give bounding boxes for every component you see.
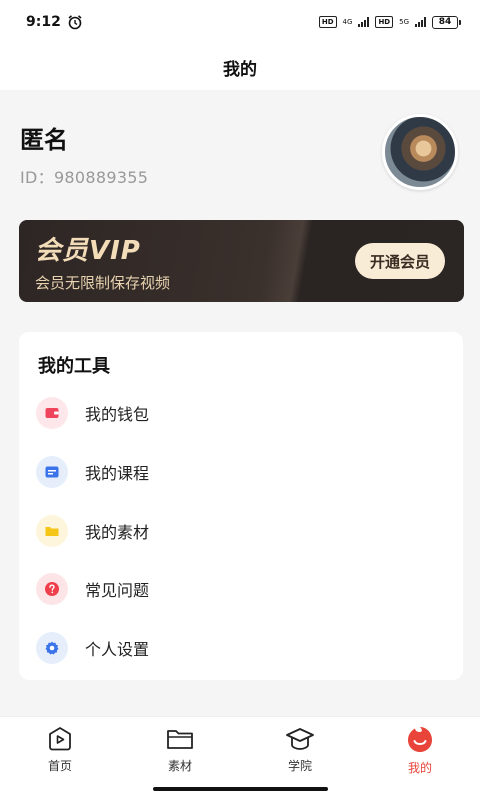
tab-material[interactable]: 素材 (120, 717, 240, 789)
status-time: 9:12 (26, 14, 61, 30)
signal-icon-2 (415, 17, 426, 27)
tab-label: 我的 (407, 761, 432, 775)
profile-section[interactable]: 匿名 ID：980889355 (0, 90, 480, 210)
battery-icon: 84 (432, 15, 461, 29)
open-vip-button[interactable]: 开通会员 (355, 243, 445, 279)
hd-badge-2: HD (375, 16, 394, 28)
tool-item-material[interactable]: 我的素材 (19, 506, 463, 556)
home-play-icon (49, 727, 71, 751)
tool-item-faq[interactable]: 常见问题 (19, 564, 463, 614)
home-indicator (153, 787, 328, 791)
tab-label: 素材 (167, 759, 192, 773)
tab-mine[interactable]: 我的 (360, 717, 480, 789)
signal-icon (358, 17, 370, 27)
my-tools-card: 我的工具 我的钱包 我的课程 我的素材 常见问题 个人设置 (19, 332, 463, 680)
graduation-cap-icon (286, 728, 314, 750)
folder-icon (167, 730, 193, 749)
tab-home[interactable]: 首页 (0, 717, 120, 789)
tool-label: 我的素材 (85, 523, 150, 542)
tool-label: 我的钱包 (85, 405, 150, 424)
page-title: 我的 (223, 59, 257, 80)
user-id: ID：980889355 (20, 168, 149, 187)
tool-item-wallet[interactable]: 我的钱包 (19, 388, 463, 438)
username: 匿名 (20, 126, 68, 154)
hd-badge: HD (318, 16, 337, 28)
avatar[interactable] (382, 114, 458, 190)
status-left: 9:12 (26, 14, 83, 30)
question-icon (36, 573, 68, 605)
network-5g: 5G (399, 18, 409, 26)
tab-label: 学院 (287, 759, 312, 773)
course-icon (36, 456, 68, 488)
folder-icon (36, 515, 68, 547)
tool-label: 个人设置 (85, 640, 150, 659)
tool-item-course[interactable]: 我的课程 (19, 447, 463, 497)
tool-label: 常见问题 (85, 581, 150, 600)
settings-icon (36, 632, 68, 664)
vip-title: 会员VIP (35, 236, 141, 266)
profile-smile-icon (408, 727, 432, 752)
status-bar: 9:12 HD 4G HD 5G 84 (0, 0, 480, 44)
network-4g: 4G (342, 18, 353, 26)
tab-label: 首页 (47, 759, 72, 773)
tab-academy[interactable]: 学院 (240, 717, 360, 789)
vip-subtitle: 会员无限制保存视频 (35, 274, 171, 292)
vip-banner[interactable]: 会员VIP 会员无限制保存视频 开通会员 (19, 220, 464, 302)
status-right: HD 4G HD 5G 84 (318, 15, 461, 29)
top-navbar: 我的 (0, 44, 480, 90)
alarm-icon (68, 15, 82, 30)
tool-item-settings[interactable]: 个人设置 (19, 623, 463, 673)
tool-label: 我的课程 (85, 464, 150, 483)
wallet-icon (36, 397, 68, 429)
tools-title: 我的工具 (38, 356, 110, 377)
